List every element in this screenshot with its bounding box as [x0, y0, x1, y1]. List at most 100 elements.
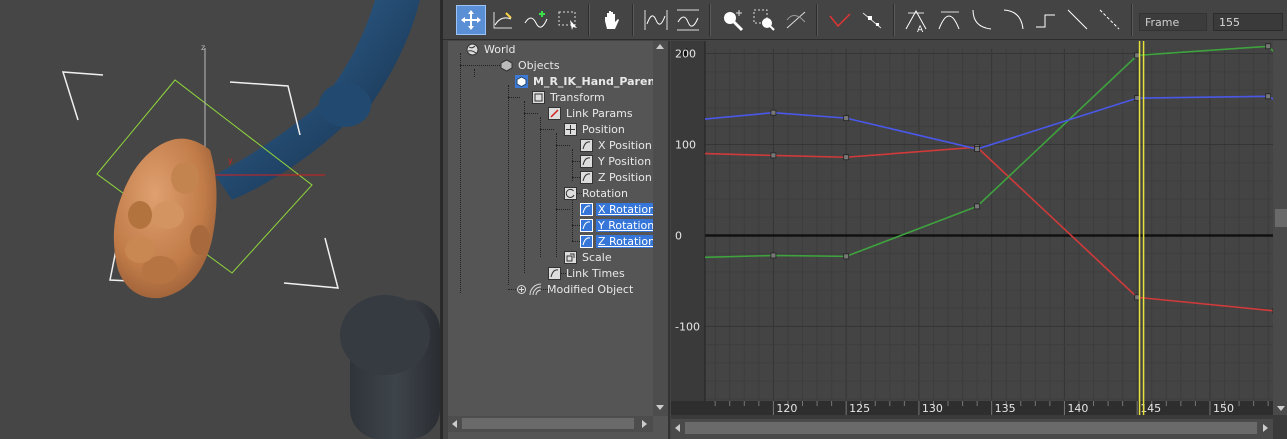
- y-tick-label: 100: [675, 139, 696, 152]
- rotation-icon: [564, 186, 577, 200]
- keyframe-0[interactable]: [770, 152, 777, 159]
- keyframe-1[interactable]: [843, 253, 850, 260]
- objects-icon: [500, 58, 513, 72]
- hand-icon: [605, 11, 619, 29]
- isolate-curve-icon: [786, 11, 806, 29]
- draw-curves-button[interactable]: [488, 5, 518, 35]
- move-keys-button[interactable]: [456, 5, 486, 35]
- y-tick-label: -100: [675, 320, 700, 333]
- move-icon: [461, 10, 481, 30]
- scroll-thumb[interactable]: [462, 418, 634, 429]
- pan-button[interactable]: [597, 5, 627, 35]
- frame-input[interactable]: 155: [1213, 13, 1283, 31]
- curve-editor-toolbar: A Frame 155: [443, 0, 1287, 40]
- tangent-linear-button[interactable]: [1063, 5, 1093, 35]
- hand-mesh: [113, 138, 217, 299]
- scroll-right-icon[interactable]: [642, 420, 647, 428]
- keyframe-0[interactable]: [843, 154, 850, 161]
- curve-editor: A Frame 155 World Objects M_R_IK_Hand_Pa…: [440, 0, 1287, 439]
- scroll-left-icon[interactable]: [452, 420, 457, 428]
- scroll-down-icon[interactable]: [656, 405, 664, 410]
- tree-node-rotation[interactable]: Rotation: [564, 185, 630, 201]
- zoom-extents-icon: [644, 10, 668, 30]
- keyframe-2[interactable]: [770, 109, 777, 116]
- zoom-value-extents-button[interactable]: [673, 5, 703, 35]
- expand-icon[interactable]: [516, 284, 526, 294]
- tangent-auto-button[interactable]: A: [902, 5, 932, 35]
- zoom-region-icon: [753, 9, 775, 31]
- x-tick-label: 140: [1067, 402, 1088, 415]
- tangent-slow-button[interactable]: [999, 5, 1029, 35]
- tree-node-object[interactable]: M_R_IK_Hand_Parent: [515, 73, 663, 89]
- tangent-step-button[interactable]: [1031, 5, 1061, 35]
- tree-node-objects[interactable]: Objects: [500, 57, 562, 73]
- draw-curves-icon: [493, 12, 512, 29]
- add-keys-button[interactable]: [521, 5, 551, 35]
- x-tick-label: 150: [1213, 402, 1234, 415]
- tangent-auto-icon: A: [905, 9, 927, 33]
- tree-vertical-scrollbar[interactable]: [653, 41, 668, 416]
- scroll-up-icon[interactable]: [656, 44, 664, 49]
- tangent-fast-button[interactable]: [967, 5, 997, 35]
- tangent-slow-icon: [1003, 9, 1024, 30]
- curve-track-icon: [580, 170, 593, 184]
- svg-text:z: z: [201, 43, 205, 52]
- tree-node-y-position[interactable]: Y Position: [580, 153, 653, 169]
- y-tick-label: 0: [675, 229, 682, 242]
- tree-node-y-rotation[interactable]: Y Rotation: [580, 217, 657, 233]
- curve-graph[interactable]: 2001000-10012012513013514014515015: [671, 41, 1287, 439]
- keyframe-2[interactable]: [974, 146, 981, 152]
- region-keys-button[interactable]: [553, 5, 583, 35]
- isolate-curve-button[interactable]: [781, 5, 811, 35]
- modified-object-icon: [529, 283, 542, 296]
- keyframe-1[interactable]: [974, 203, 981, 210]
- graph-background: [705, 41, 1287, 401]
- region-keys-icon: [558, 11, 577, 30]
- zoom-horizontal-extents-button[interactable]: [641, 5, 671, 35]
- graph-hscroll-thumb[interactable]: [685, 422, 1257, 434]
- tangent-fast-icon: [972, 9, 992, 30]
- keyframe-1[interactable]: [770, 252, 777, 259]
- add-keys-icon: [524, 11, 548, 28]
- tree-node-position[interactable]: Position: [564, 121, 627, 137]
- tree-node-link-times[interactable]: Link Times: [548, 265, 627, 281]
- graph-vertical-scrollbar[interactable]: [1273, 41, 1287, 415]
- x-tick-label: 130: [922, 402, 943, 415]
- tree-node-modified-object[interactable]: Modified Object: [516, 281, 635, 297]
- curve-track-icon: [580, 154, 593, 168]
- tree-node-scale[interactable]: Scale: [564, 249, 614, 265]
- keyframe-2[interactable]: [843, 115, 850, 122]
- keyframe-1[interactable]: [1265, 43, 1272, 50]
- x-tick-label: 135: [995, 402, 1016, 415]
- lock-selection-icon: [862, 12, 882, 29]
- position-icon: [564, 122, 577, 136]
- tangent-smooth-button[interactable]: [1095, 5, 1125, 35]
- tree-node-z-rotation[interactable]: Z Rotation: [580, 233, 658, 249]
- tree-node-z-position[interactable]: Z Position: [580, 169, 654, 185]
- transform-icon: [532, 90, 545, 104]
- zoom-region-button[interactable]: [749, 5, 779, 35]
- curve-track-icon: [580, 218, 593, 232]
- tangent-custom-icon: [938, 11, 960, 30]
- frame-label: Frame: [1139, 13, 1207, 31]
- tangent-custom-button[interactable]: [935, 5, 965, 35]
- svg-text:A: A: [917, 25, 924, 33]
- tree-node-world[interactable]: World: [466, 41, 518, 57]
- graph-vscroll-thumb[interactable]: [1275, 209, 1287, 227]
- show-tangents-button[interactable]: [825, 5, 855, 35]
- tree-node-link-params[interactable]: Link Params: [548, 105, 635, 121]
- character-body: [340, 295, 440, 439]
- controller-tree[interactable]: World Objects M_R_IK_Hand_Parent Transfo…: [448, 41, 670, 439]
- link-params-icon: [548, 106, 561, 120]
- show-tangents-icon: [829, 13, 851, 28]
- zoom-button[interactable]: [718, 5, 748, 35]
- tree-node-x-rotation[interactable]: X Rotation: [580, 201, 658, 217]
- tree-node-x-position[interactable]: X Position: [580, 137, 654, 153]
- tangent-step-icon: [1036, 14, 1055, 28]
- viewport[interactable]: z y: [0, 0, 440, 439]
- keyframe-2[interactable]: [1265, 93, 1272, 100]
- curve-track-icon: [580, 234, 593, 248]
- tree-horizontal-scrollbar[interactable]: [448, 416, 653, 432]
- lock-selection-button[interactable]: [857, 5, 887, 35]
- tree-node-transform[interactable]: Transform: [532, 89, 607, 105]
